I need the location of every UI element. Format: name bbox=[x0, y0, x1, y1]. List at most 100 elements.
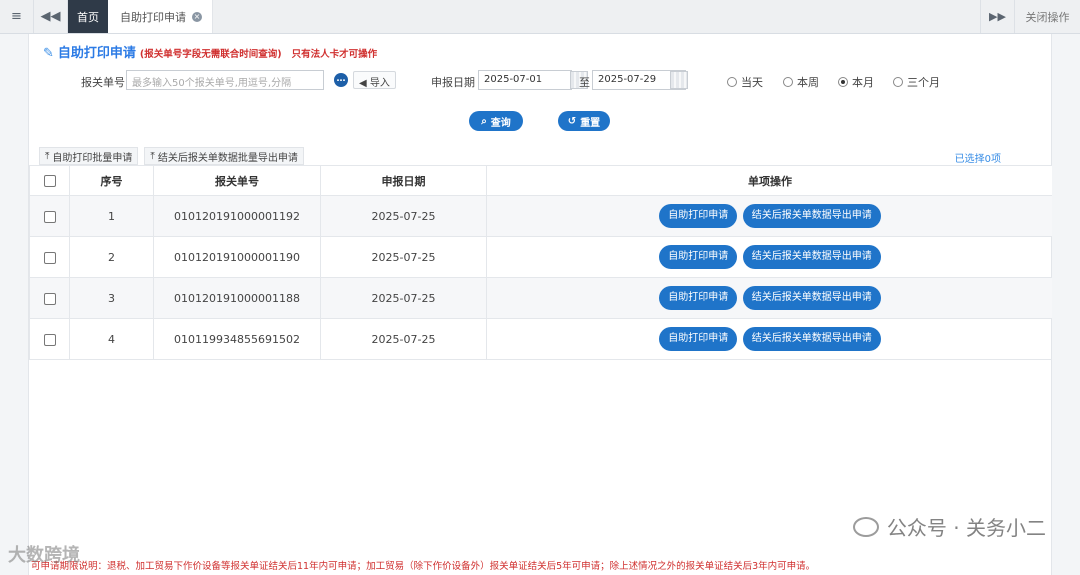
decl-no-cell: 010119934855691502 bbox=[153, 318, 321, 360]
declaration-table: 序号 报关单号 申报日期 单项操作 1 010120191000001192 2… bbox=[29, 165, 1054, 360]
ops-cell: 自助打印申请 结关后报关单数据导出申请 bbox=[486, 277, 1054, 319]
date-from-input[interactable]: 2025-07-01 bbox=[478, 70, 572, 90]
row-select-cell bbox=[29, 195, 70, 237]
radio-today[interactable]: 当天 bbox=[727, 74, 763, 90]
tab-spacer bbox=[213, 0, 980, 33]
search-button[interactable]: ⌕ 查询 bbox=[469, 111, 523, 131]
batch-export-label: 结关后报关单数据批量导出申请 bbox=[157, 152, 298, 164]
import-button[interactable]: ◀ 导入 bbox=[353, 71, 396, 89]
seq-cell: 2 bbox=[69, 236, 154, 278]
export-data-button[interactable]: 结关后报关单数据导出申请 bbox=[742, 245, 881, 269]
self-print-button[interactable]: 自助打印申请 bbox=[659, 204, 738, 228]
upload-icon: ⤒ bbox=[150, 150, 155, 162]
page-header: ✎ 自助打印申请 (报关单号字段无需联合时间查询) 只有法人卡才可操作 bbox=[43, 42, 377, 61]
search-label: 查询 bbox=[490, 117, 511, 129]
tab-home[interactable]: 首页 bbox=[68, 0, 108, 33]
row-checkbox[interactable] bbox=[43, 292, 56, 305]
upload-icon: ⤒ bbox=[45, 150, 50, 162]
search-form: 报关单号 最多输入50个报关单号,用逗号,分隔 … ◀ 导入 申报日期 2025… bbox=[29, 68, 1053, 94]
row-checkbox[interactable] bbox=[43, 333, 56, 346]
seq-cell: 1 bbox=[69, 195, 154, 237]
batch-print-label: 自助打印批量申请 bbox=[52, 152, 133, 164]
edit-icon: ✎ bbox=[43, 46, 54, 61]
radio-circle-selected bbox=[838, 77, 848, 87]
title-note: (报关单号字段无需联合时间查询) bbox=[139, 49, 282, 60]
footer-note: 可申请期限说明：退税、加工贸易下作价设备等报关单证结关后11年内可申请；加工贸易… bbox=[31, 561, 816, 572]
table-row: 3 010120191000001188 2025-07-25 自助打印申请 结… bbox=[29, 277, 1054, 319]
batch-export-button[interactable]: ⤒ 结关后报关单数据批量导出申请 bbox=[144, 147, 304, 165]
to-label: 至 bbox=[579, 76, 590, 89]
watermark-right: 公众号 · 关务小二 bbox=[852, 512, 1046, 541]
export-data-button[interactable]: 结关后报关单数据导出申请 bbox=[742, 327, 881, 351]
column-header: 报关单号 bbox=[153, 165, 321, 196]
radio-circle bbox=[727, 77, 737, 87]
date-cell: 2025-07-25 bbox=[320, 236, 487, 278]
export-data-button[interactable]: 结关后报关单数据导出申请 bbox=[742, 286, 881, 310]
table-row: 4 010119934855691502 2025-07-25 自助打印申请 结… bbox=[29, 318, 1054, 360]
row-select-cell bbox=[29, 236, 70, 278]
decl-no-label: 报关单号 bbox=[81, 76, 125, 89]
batch-print-button[interactable]: ⤒ 自助打印批量申请 bbox=[39, 147, 139, 165]
radio-circle bbox=[783, 77, 793, 87]
batch-toolbar: ⤒ 自助打印批量申请 ⤒ 结关后报关单数据批量导出申请 bbox=[39, 147, 304, 165]
tab-self-print[interactable]: 自助打印申请 × bbox=[108, 0, 213, 33]
menu-icon[interactable]: ≡ bbox=[0, 0, 34, 33]
date-cell: 2025-07-25 bbox=[320, 318, 487, 360]
reset-button[interactable]: ↺ 重置 bbox=[558, 111, 610, 131]
row-select-cell bbox=[29, 318, 70, 360]
decl-no-cell: 010120191000001192 bbox=[153, 195, 321, 237]
reset-icon: ↺ bbox=[567, 115, 577, 127]
select-all-cell bbox=[29, 165, 70, 196]
right-gutter bbox=[1052, 34, 1080, 575]
tab-bar: ≡ ◀◀ 首页 自助打印申请 × ▶▶ 关闭操作 bbox=[0, 0, 1080, 34]
radio-three-months[interactable]: 三个月 bbox=[893, 74, 940, 90]
selected-count: 已选择0项 bbox=[954, 154, 1001, 165]
main-panel: ✎ 自助打印申请 (报关单号字段无需联合时间查询) 只有法人卡才可操作 报关单号… bbox=[28, 34, 1054, 575]
date-label: 申报日期 bbox=[431, 76, 475, 89]
search-icon: ⌕ bbox=[481, 115, 487, 127]
ops-cell: 自助打印申请 结关后报关单数据导出申请 bbox=[486, 318, 1054, 360]
column-header: 单项操作 bbox=[486, 165, 1054, 196]
double-right-arrow-icon[interactable]: ▶▶ bbox=[980, 0, 1014, 33]
decl-no-cell: 010120191000001190 bbox=[153, 236, 321, 278]
row-checkbox[interactable] bbox=[43, 210, 56, 223]
page-title: 自助打印申请 bbox=[57, 46, 136, 61]
import-label: 导入 bbox=[369, 78, 390, 89]
radio-label: 当天 bbox=[741, 76, 763, 89]
table-header-row: 序号 报关单号 申报日期 单项操作 bbox=[29, 165, 1054, 196]
radio-circle bbox=[893, 77, 903, 87]
wechat-icon bbox=[852, 516, 879, 537]
more-icon[interactable]: … bbox=[334, 73, 348, 87]
radio-month[interactable]: 本月 bbox=[838, 74, 874, 90]
self-print-button[interactable]: 自助打印申请 bbox=[659, 245, 738, 269]
watermark-right-text: 公众号 · 关务小二 bbox=[886, 516, 1046, 540]
radio-label: 三个月 bbox=[907, 76, 940, 89]
seq-cell: 4 bbox=[69, 318, 154, 360]
ops-cell: 自助打印申请 结关后报关单数据导出申请 bbox=[486, 236, 1054, 278]
row-checkbox[interactable] bbox=[43, 251, 56, 264]
decl-no-cell: 010120191000001188 bbox=[153, 277, 321, 319]
row-select-cell bbox=[29, 277, 70, 319]
self-print-button[interactable]: 自助打印申请 bbox=[659, 286, 738, 310]
self-print-button[interactable]: 自助打印申请 bbox=[659, 327, 738, 351]
select-all-checkbox[interactable] bbox=[43, 175, 56, 187]
reset-label: 重置 bbox=[580, 117, 601, 129]
calendar-icon[interactable] bbox=[670, 71, 688, 89]
close-operations-button[interactable]: 关闭操作 bbox=[1014, 0, 1080, 33]
watermark-left: 大数跨境 bbox=[8, 545, 80, 566]
close-icon[interactable]: × bbox=[192, 11, 202, 22]
date-cell: 2025-07-25 bbox=[320, 277, 487, 319]
table-row: 2 010120191000001190 2025-07-25 自助打印申请 结… bbox=[29, 236, 1054, 278]
decl-no-input[interactable]: 最多输入50个报关单号,用逗号,分隔 bbox=[126, 70, 324, 90]
column-header: 申报日期 bbox=[320, 165, 487, 196]
radio-week[interactable]: 本周 bbox=[783, 74, 819, 90]
export-data-button[interactable]: 结关后报关单数据导出申请 bbox=[742, 204, 881, 228]
double-left-arrow-icon[interactable]: ◀◀ bbox=[34, 0, 68, 33]
table-row: 1 010120191000001192 2025-07-25 自助打印申请 结… bbox=[29, 195, 1054, 237]
radio-label: 本月 bbox=[852, 76, 874, 89]
seq-cell: 3 bbox=[69, 277, 154, 319]
tab-label: 自助打印申请 bbox=[120, 10, 186, 24]
title-warning: 只有法人卡才可操作 bbox=[291, 49, 378, 60]
date-cell: 2025-07-25 bbox=[320, 195, 487, 237]
radio-label: 本周 bbox=[797, 76, 819, 89]
